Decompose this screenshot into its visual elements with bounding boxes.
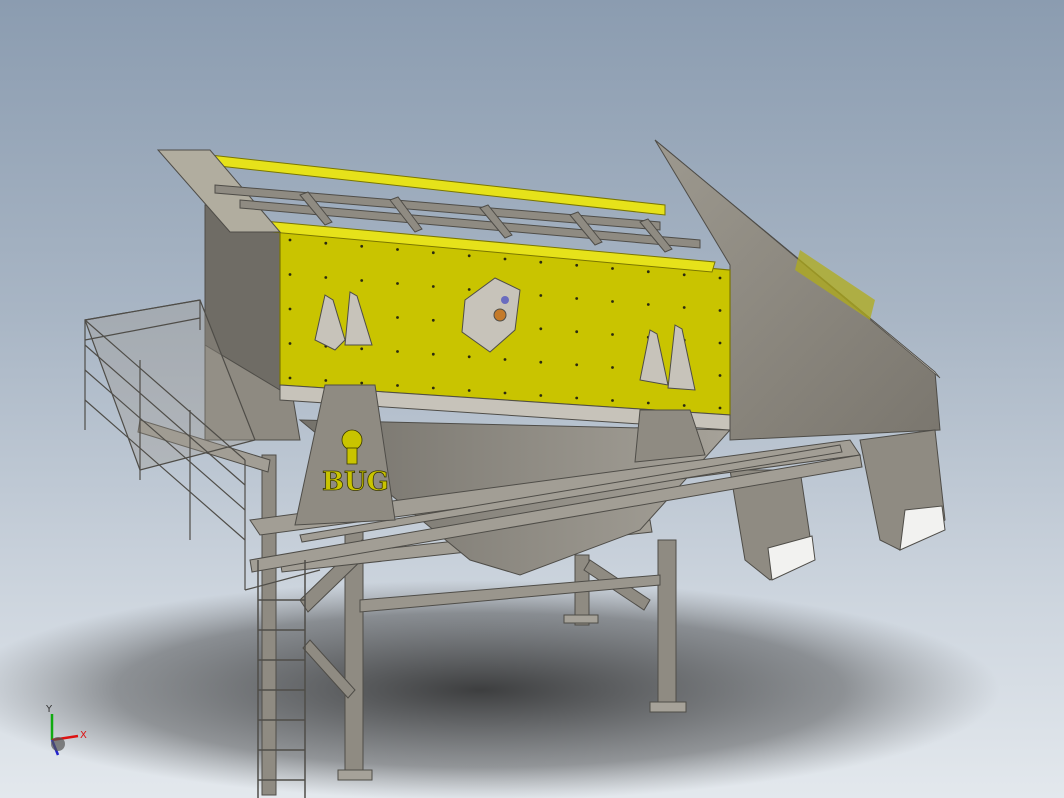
bolt-dot <box>467 355 471 359</box>
bolt-dot <box>611 333 614 336</box>
bolt-dot <box>288 342 292 345</box>
bolt-dot <box>503 391 507 395</box>
bolt-dot <box>539 327 543 331</box>
bolt-dot <box>718 276 722 280</box>
triad-x-label: X <box>80 730 87 741</box>
bolt-dot <box>324 241 328 245</box>
triad-y-label: Y <box>45 704 53 715</box>
bolt-dot <box>360 381 364 385</box>
bolt-dot <box>682 306 686 309</box>
bolt-dot <box>575 263 579 267</box>
bolt-dot <box>611 300 614 303</box>
bolt-dot <box>396 384 399 387</box>
bolt-dot <box>503 257 507 261</box>
bolt-dot <box>288 307 292 311</box>
bolt-dot <box>646 270 650 274</box>
bolt-dot <box>575 297 579 300</box>
bolt-dot <box>718 406 722 410</box>
bolt-dot <box>324 379 328 382</box>
bolt-dot <box>360 347 364 351</box>
bolt-dot <box>431 386 435 390</box>
bolt-dot <box>718 374 722 377</box>
triad-origin <box>51 737 65 751</box>
graphics-viewport[interactable]: BUG Y X <box>0 0 1064 798</box>
bolt-dot <box>646 401 650 405</box>
bolt-dot <box>431 352 435 356</box>
bolt-dot <box>575 330 579 334</box>
bolt-dot <box>682 273 686 277</box>
bolt-dot <box>396 350 399 353</box>
bolt-dot <box>503 358 507 361</box>
bolt-dot <box>288 376 292 380</box>
bolt-dot <box>718 341 722 345</box>
bolt-dot <box>288 273 292 276</box>
bolt-dot <box>646 303 650 306</box>
orientation-triad[interactable]: Y X <box>40 700 100 770</box>
bolt-dot <box>396 316 399 319</box>
bolt-dot <box>360 279 364 282</box>
bolt-dot <box>431 251 435 255</box>
bolt-dot <box>467 389 471 392</box>
bolt-dot <box>431 318 435 322</box>
bolt-dot <box>539 294 543 297</box>
bolt-dot <box>718 309 722 312</box>
bolt-dot <box>360 244 364 248</box>
bolt-dot <box>324 276 328 279</box>
bolt-dot <box>467 254 471 258</box>
bolt-dot <box>288 238 292 242</box>
3d-model-view[interactable]: BUG <box>0 0 1064 798</box>
bolt-dot <box>611 366 614 369</box>
bolt-dot <box>396 282 399 285</box>
bolt-dot <box>611 399 614 402</box>
bolt-dot <box>539 394 543 397</box>
bolt-dot <box>539 360 543 364</box>
bolt-dot <box>682 404 686 407</box>
bolt-dot <box>396 248 399 251</box>
bolt-dot <box>611 267 614 270</box>
brand-logo-text: BUG <box>322 467 389 497</box>
bolt-dot <box>575 396 579 400</box>
bolt-dot <box>539 260 543 264</box>
ground-shadow <box>0 580 1000 798</box>
bolt-dot <box>431 285 435 288</box>
bolt-dot <box>467 288 471 291</box>
bolt-dot <box>575 363 579 367</box>
